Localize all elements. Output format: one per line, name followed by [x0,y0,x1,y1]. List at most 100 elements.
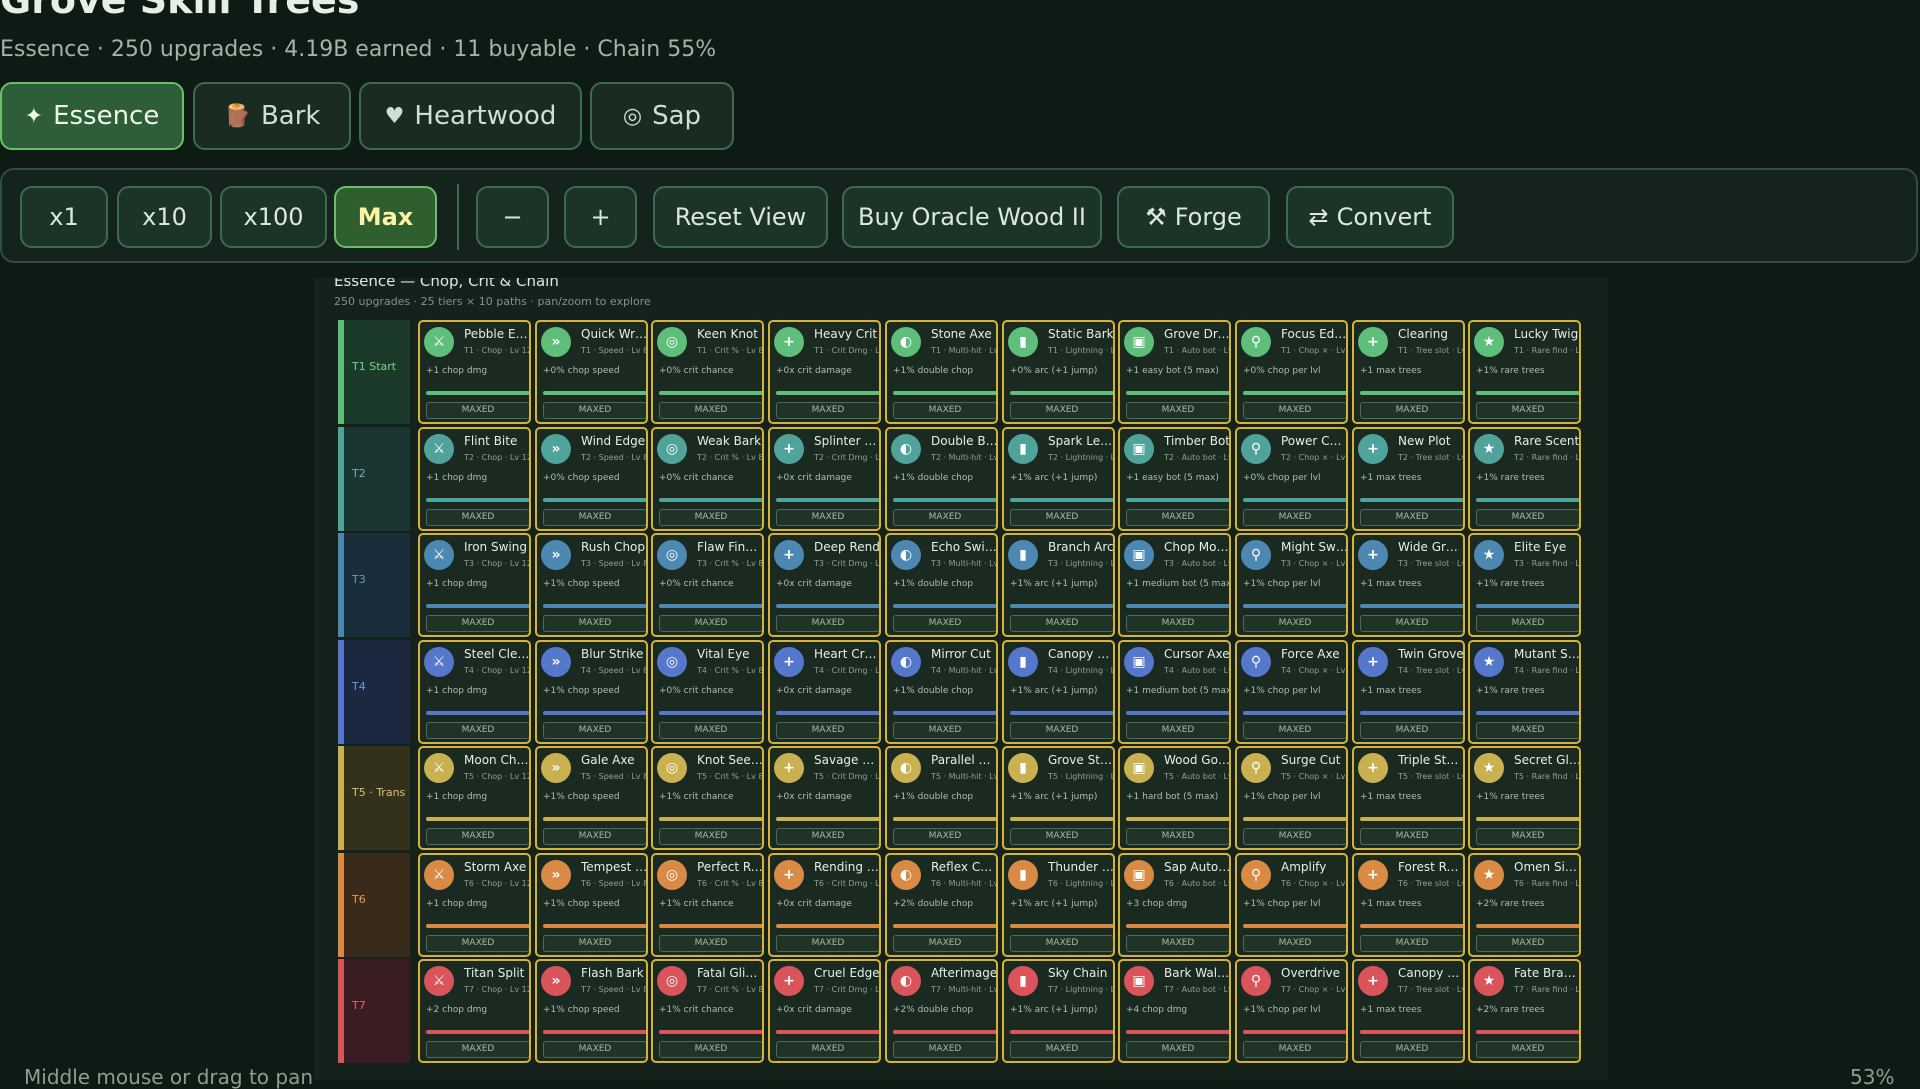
upgrade-card[interactable]: ▣ Cursor Axe T4 · Auto bot · Lv +1 medium b… [1118,640,1231,744]
maxed-button[interactable]: MAXED [1360,509,1463,526]
upgrade-card[interactable]: ⚔ Moon Chop T5 · Chop · Lv 12 +1 chop dmg MA… [418,746,531,850]
maxed-button[interactable]: MAXED [1476,722,1579,739]
maxed-button[interactable]: MAXED [1010,1041,1113,1058]
upgrade-card[interactable]: + Splinter Burst T2 · Crit Dmg · Lv +0x cri… [768,427,881,531]
maxed-button[interactable]: MAXED [426,615,529,632]
upgrade-card[interactable]: ⚲ Amplify T6 · Chop × · Lv 5 +1% chop per l… [1235,853,1348,957]
maxed-button[interactable]: MAXED [893,402,996,419]
maxed-button[interactable]: MAXED [426,509,529,526]
upgrade-card[interactable]: ⚔ Steel Cleaver T4 · Chop · Lv 12 +1 chop d… [418,640,531,744]
upgrade-card[interactable]: + Rending Blow T6 · Crit Dmg · Lv +0x crit … [768,853,881,957]
upgrade-card[interactable]: + Deep Rend T3 · Crit Dmg · Lv +0x crit dam… [768,533,881,637]
maxed-button[interactable]: MAXED [1126,828,1229,845]
upgrade-card[interactable]: » Tempest Axe T6 · Speed · Lv 8 +1% chop sp… [535,853,648,957]
upgrade-card[interactable]: ★ Secret Glimmer T5 · Rare find · Lv 6 +1% … [1468,746,1581,850]
maxed-button[interactable]: MAXED [1243,828,1346,845]
upgrade-card[interactable]: + Canopy Span T7 · Tree slot · Lv +1 max tr… [1352,959,1465,1063]
maxed-button[interactable]: MAXED [1360,828,1463,845]
maxed-button[interactable]: MAXED [1243,509,1346,526]
upgrade-card[interactable]: ★ Mutant Sense T4 · Rare find · Lv 6 +1% ra… [1468,640,1581,744]
upgrade-card[interactable]: + Triple Stand T5 · Tree slot · Lv +1 max t… [1352,746,1465,850]
upgrade-card[interactable]: » Flash Bark T7 · Speed · Lv 8 +1% chop spe… [535,959,648,1063]
maxed-button[interactable]: MAXED [1010,935,1113,952]
maxed-button[interactable]: MAXED [1476,402,1579,419]
upgrade-card[interactable]: ◎ Vital Eye T4 · Crit % · Lv 8 +0% crit cha… [651,640,764,744]
maxed-button[interactable]: MAXED [1126,615,1229,632]
maxed-button[interactable]: MAXED [1476,615,1579,632]
upgrade-card[interactable]: ▮ Thunder Line T6 · Lightning · Lv +1% arc … [1002,853,1115,957]
upgrade-card[interactable]: ★ Omen Sight T6 · Rare find · Lv 6 +2% rare… [1468,853,1581,957]
maxed-button[interactable]: MAXED [543,828,646,845]
qty-max-button[interactable]: Max [334,186,437,248]
zoom-out-button[interactable]: − [476,186,549,248]
upgrade-card[interactable]: ◐ Echo Swing T3 · Multi-hit · Lv +1% double… [885,533,998,637]
maxed-button[interactable]: MAXED [776,828,879,845]
reset-view-button[interactable]: Reset View [653,186,828,248]
upgrade-card[interactable]: ◎ Fatal Glimmer T7 · Crit % · Lv 8 +1% crit… [651,959,764,1063]
maxed-button[interactable]: MAXED [426,828,529,845]
upgrade-card[interactable]: + Forest Room T6 · Tree slot · Lv +1 max tr… [1352,853,1465,957]
forge-button[interactable]: ⚒ Forge [1117,186,1270,248]
upgrade-card[interactable]: ▣ Sap Automaton T6 · Auto bot · Lv +3 chop … [1118,853,1231,957]
maxed-button[interactable]: MAXED [1010,828,1113,845]
upgrade-card[interactable]: + Wide Grove T3 · Tree slot · Lv +1 max tre… [1352,533,1465,637]
maxed-button[interactable]: MAXED [1360,1041,1463,1058]
maxed-button[interactable]: MAXED [893,1041,996,1058]
maxed-button[interactable]: MAXED [1360,722,1463,739]
tab-essence[interactable]: ✦ Essence [0,82,184,150]
maxed-button[interactable]: MAXED [426,402,529,419]
maxed-button[interactable]: MAXED [659,1041,762,1058]
maxed-button[interactable]: MAXED [1243,615,1346,632]
maxed-button[interactable]: MAXED [893,828,996,845]
upgrade-card[interactable]: ★ Elite Eye T3 · Rare find · Lv 6 +1% rare … [1468,533,1581,637]
upgrade-card[interactable]: ▮ Branch Arc T3 · Lightning · Lv +1% arc (+… [1002,533,1115,637]
maxed-button[interactable]: MAXED [1476,935,1579,952]
maxed-button[interactable]: MAXED [659,722,762,739]
maxed-button[interactable]: MAXED [1243,402,1346,419]
maxed-button[interactable]: MAXED [1360,402,1463,419]
upgrade-card[interactable]: ◐ Reflex Chop T6 · Multi-hit · Lv +2% doubl… [885,853,998,957]
upgrade-card[interactable]: ◐ Afterimage T7 · Multi-hit · Lv +2% double… [885,959,998,1063]
maxed-button[interactable]: MAXED [1476,509,1579,526]
upgrade-card[interactable]: + Savage Mark T5 · Crit Dmg · Lv +0x crit d… [768,746,881,850]
upgrade-card[interactable]: ▣ Chop Mouser T3 · Auto bot · Lv +1 medium … [1118,533,1231,637]
maxed-button[interactable]: MAXED [659,828,762,845]
maxed-button[interactable]: MAXED [893,615,996,632]
maxed-button[interactable]: MAXED [1243,722,1346,739]
upgrade-card[interactable]: + New Plot T2 · Tree slot · Lv +1 max trees… [1352,427,1465,531]
tab-bark[interactable]: 🪵 Bark [193,82,351,150]
upgrade-card[interactable]: ⚔ Flint Bite T2 · Chop · Lv 12 +1 chop dmg M… [418,427,531,531]
upgrade-card[interactable]: ▣ Bark Walker T7 · Auto bot · Lv +4 chop dm… [1118,959,1231,1063]
maxed-button[interactable]: MAXED [1126,935,1229,952]
upgrade-card[interactable]: ⚔ Pebble Edge T1 · Chop · Lv 12 +1 chop dmg… [418,320,531,424]
upgrade-card[interactable]: ◐ Double Bite T2 · Multi-hit · Lv +1% doubl… [885,427,998,531]
maxed-button[interactable]: MAXED [1126,1041,1229,1058]
upgrade-card[interactable]: ▣ Wood Golem T5 · Auto bot · Lv +1 hard bot… [1118,746,1231,850]
upgrade-card[interactable]: + Cruel Edge T7 · Crit Dmg · Lv +0x crit da… [768,959,881,1063]
upgrade-card[interactable]: ◐ Parallel Axe T5 · Multi-hit · Lv +1% doub… [885,746,998,850]
maxed-button[interactable]: MAXED [1360,935,1463,952]
upgrade-card[interactable]: ◐ Mirror Cut T4 · Multi-hit · Lv +1% double… [885,640,998,744]
upgrade-card[interactable]: ▮ Grove Storm T5 · Lightning · Lv +1% arc (… [1002,746,1115,850]
upgrade-card[interactable]: ⚲ Surge Cut T5 · Chop × · Lv 5 +1% chop per… [1235,746,1348,850]
maxed-button[interactable]: MAXED [1010,509,1113,526]
upgrade-card[interactable]: ◎ Flaw Finder T3 · Crit % · Lv 8 +0% crit c… [651,533,764,637]
maxed-button[interactable]: MAXED [543,509,646,526]
buy-oracle-wood-button[interactable]: Buy Oracle Wood II [842,186,1102,248]
upgrade-card[interactable]: ⚲ Force Axe T4 · Chop × · Lv 5 +1% chop per… [1235,640,1348,744]
upgrade-card[interactable]: ◎ Knot Seeker T5 · Crit % · Lv 8 +1% crit c… [651,746,764,850]
upgrade-card[interactable]: ◎ Weak Bark T2 · Crit % · Lv 8 +0% crit cha… [651,427,764,531]
maxed-button[interactable]: MAXED [776,1041,879,1058]
upgrade-card[interactable]: + Clearing T1 · Tree slot · Lv +1 max trees… [1352,320,1465,424]
maxed-button[interactable]: MAXED [1243,1041,1346,1058]
maxed-button[interactable]: MAXED [543,722,646,739]
upgrade-card[interactable]: ★ Rare Scent T2 · Rare find · Lv 6 +1% rare… [1468,427,1581,531]
convert-button[interactable]: ⇄ Convert [1286,186,1454,248]
maxed-button[interactable]: MAXED [1243,935,1346,952]
qty-x1-button[interactable]: x1 [20,186,108,248]
maxed-button[interactable]: MAXED [543,402,646,419]
upgrade-card[interactable]: ★ Lucky Twig T1 · Rare find · Lv 6 +1% rare… [1468,320,1581,424]
upgrade-card[interactable]: » Gale Axe T5 · Speed · Lv 8 +1% chop speed… [535,746,648,850]
maxed-button[interactable]: MAXED [426,935,529,952]
maxed-button[interactable]: MAXED [1010,722,1113,739]
